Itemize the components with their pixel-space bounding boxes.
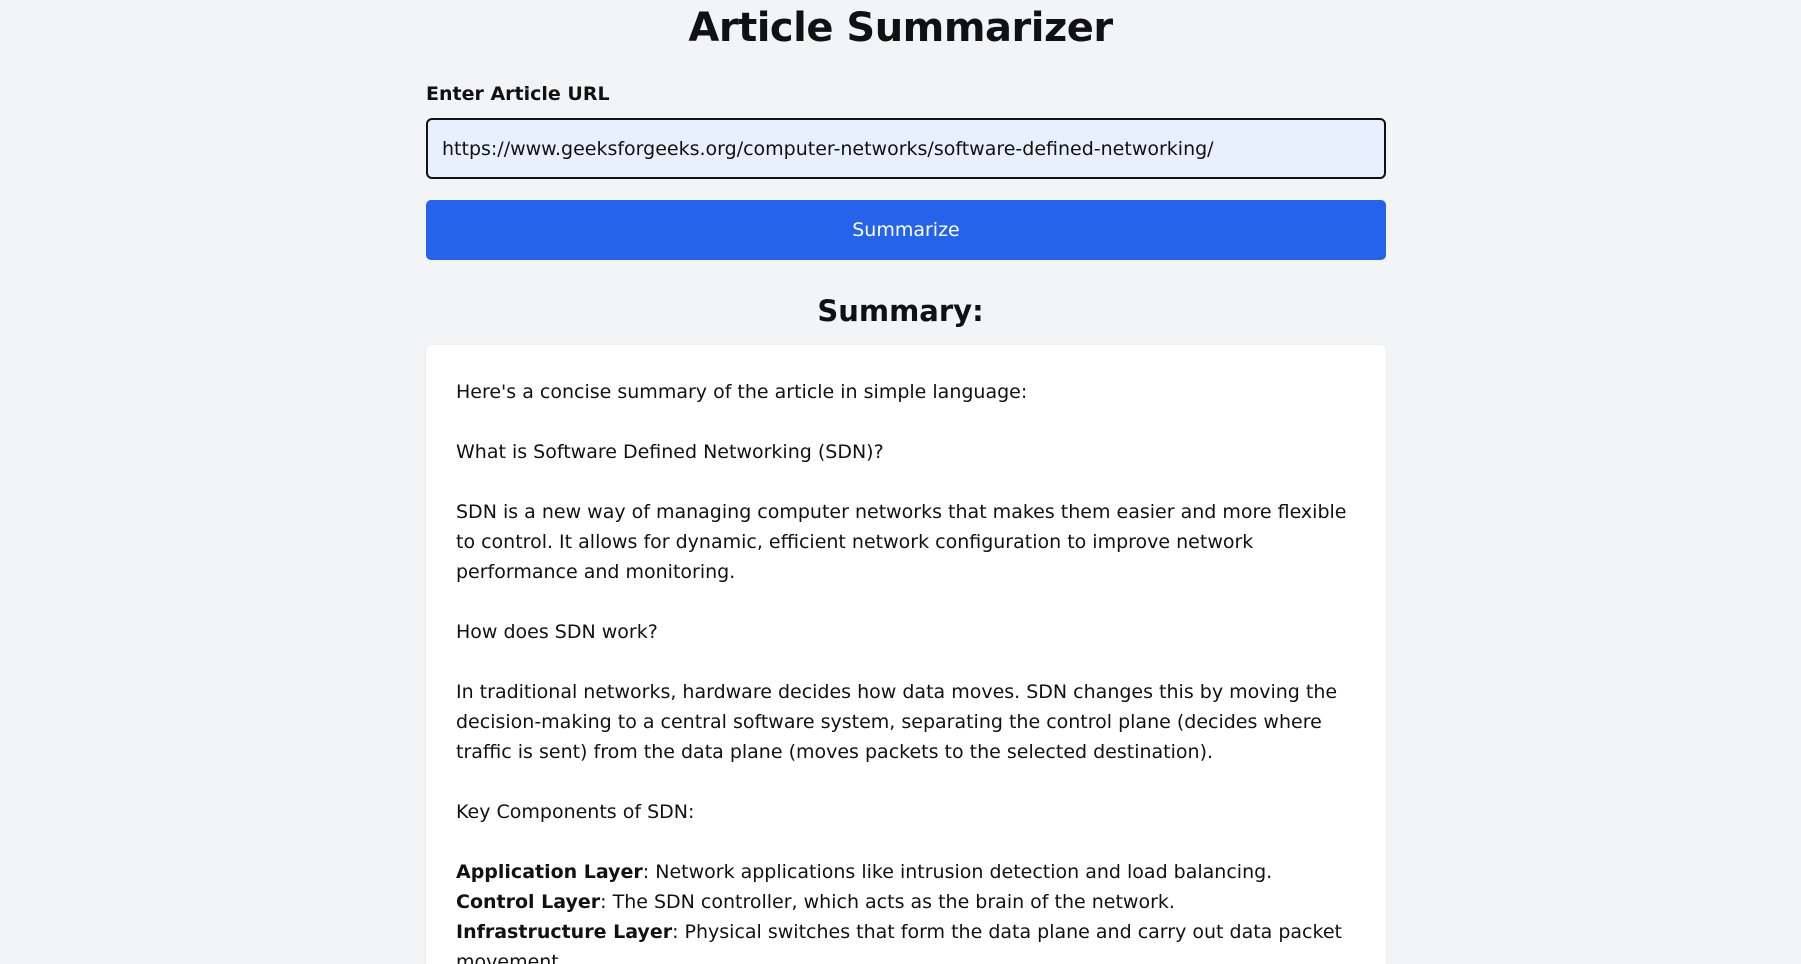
summary-answer-2: In traditional networks, hardware decide… xyxy=(456,681,1338,763)
url-input[interactable] xyxy=(426,118,1386,179)
summarize-button[interactable]: Summarize xyxy=(426,200,1386,260)
component-name: Application Layer xyxy=(456,861,643,883)
summary-card: Here's a concise summary of the article … xyxy=(426,345,1386,964)
summary-question-2: How does SDN work? xyxy=(456,621,658,643)
summary-heading: Summary: xyxy=(817,294,984,328)
summary-intro: Here's a concise summary of the article … xyxy=(456,381,1028,403)
page-title: Article Summarizer xyxy=(688,5,1113,51)
component-name: Control Layer xyxy=(456,891,601,913)
component-item-infrastructure: Infrastructure Layer: Physical switches … xyxy=(456,917,1356,964)
summary-answer-1: SDN is a new way of managing computer ne… xyxy=(456,501,1347,583)
summary-components-heading: Key Components of SDN: xyxy=(456,801,695,823)
component-desc: : Network applications like intrusion de… xyxy=(642,861,1273,883)
component-desc: : The SDN controller, which acts as the … xyxy=(600,891,1175,913)
component-item-application: Application Layer: Network applications … xyxy=(456,857,1356,887)
component-item-control: Control Layer: The SDN controller, which… xyxy=(456,887,1356,917)
summary-question-1: What is Software Defined Networking (SDN… xyxy=(456,441,884,463)
url-label: Enter Article URL xyxy=(426,83,610,105)
app-page: Article Summarizer Enter Article URL Sum… xyxy=(0,0,1801,964)
component-name: Infrastructure Layer xyxy=(456,921,673,943)
